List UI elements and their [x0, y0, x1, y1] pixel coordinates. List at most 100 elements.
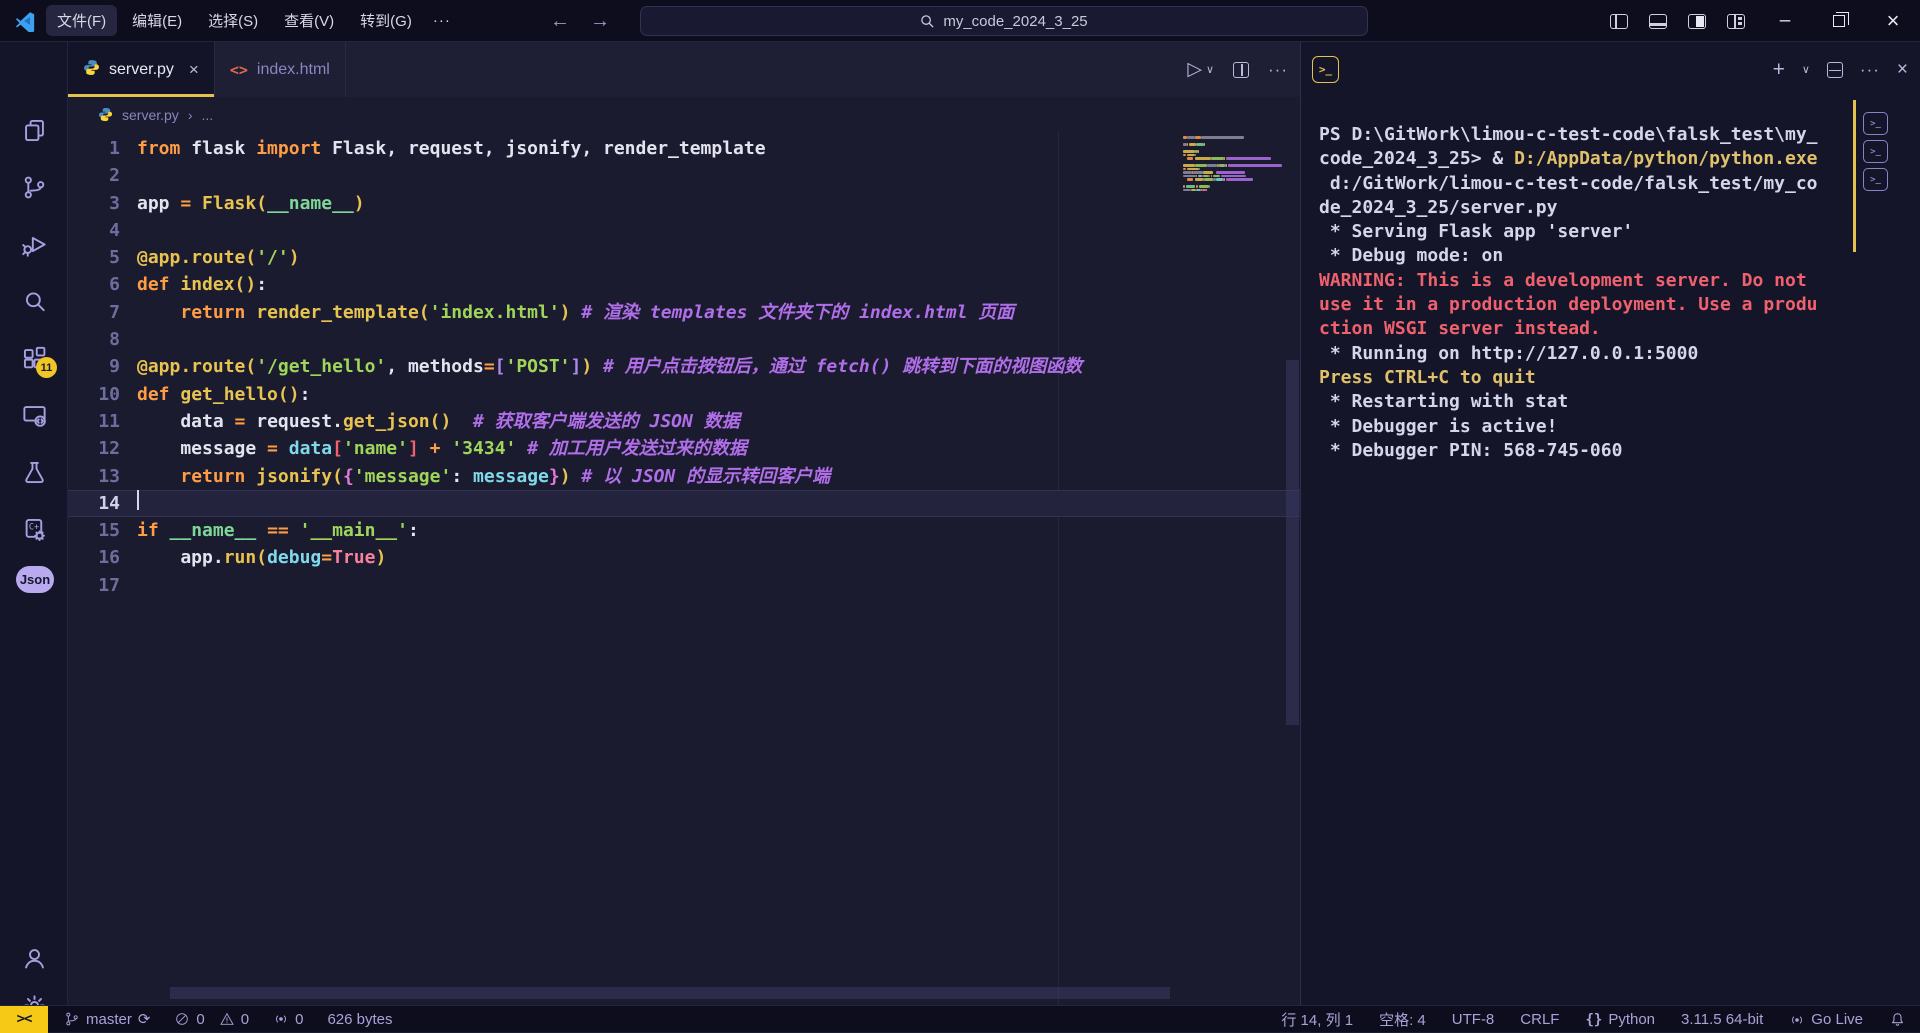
file-size-status[interactable]: 626 bytes [327, 1011, 392, 1028]
breadcrumb[interactable]: server.py › ... [68, 97, 1300, 132]
code-token: = [484, 353, 495, 380]
code-token: return [180, 299, 245, 326]
terminal-tabs-sash[interactable] [1853, 100, 1856, 252]
code-tools-icon: C+ [21, 516, 48, 543]
activity-item-run-debug[interactable] [21, 231, 48, 258]
code-token [451, 408, 473, 435]
terminal-list-item-icon[interactable]: >_ [1863, 112, 1888, 135]
terminal-line: * Restarting with stat [1319, 390, 1920, 414]
nav-forward-icon[interactable]: → [590, 10, 610, 33]
customize-layout-icon[interactable] [1727, 14, 1745, 29]
code-token: = [235, 408, 246, 435]
menu-item[interactable]: 编辑(E) [121, 5, 193, 36]
code-line[interactable]: 2 [68, 162, 1300, 189]
command-center-search[interactable]: my_code_2024_3_25 [640, 6, 1368, 36]
code-token: request. [245, 408, 343, 435]
nav-back-icon[interactable]: ← [550, 10, 570, 33]
code-token: [ [495, 353, 506, 380]
activity-item-remote-explorer[interactable] [21, 402, 48, 429]
terminal-tab-icon[interactable]: >_ [1312, 56, 1339, 83]
activity-item-testing[interactable] [21, 459, 48, 486]
minimap-line [1183, 164, 1287, 167]
menu-item[interactable]: 选择(S) [197, 5, 269, 36]
menu-item[interactable]: 文件(F) [46, 5, 117, 36]
menu-item[interactable]: 转到(G) [349, 5, 423, 36]
code-token: : [451, 463, 473, 490]
code-line[interactable]: 7 return render_template('index.html') #… [68, 299, 1300, 326]
tab-index-html[interactable]: <> index.html [215, 42, 346, 97]
code-line[interactable]: 13 return jsonify({'message': message}) … [68, 463, 1300, 490]
minimize-button[interactable]: – [1758, 0, 1812, 42]
menu-more-button[interactable]: ··· [423, 8, 461, 33]
status-encoding[interactable]: UTF-8 [1452, 1011, 1495, 1028]
terminal-list-item-icon[interactable]: >_ [1863, 168, 1888, 191]
activity-item-json[interactable]: Json [21, 566, 48, 593]
horizontal-scrollbar[interactable] [170, 987, 1170, 999]
code-token: run( [224, 544, 267, 571]
vertical-scrollbar[interactable] [1286, 360, 1299, 725]
terminal-output[interactable]: PS D:\GitWork\limou-c-test-code\falsk_te… [1301, 97, 1920, 463]
code-token: = [267, 435, 278, 462]
code-line[interactable]: 15if __name__ == '__main__': [68, 517, 1300, 544]
toggle-secondary-sidebar-icon[interactable] [1688, 14, 1706, 29]
line-number: 12 [68, 435, 120, 462]
code-line[interactable]: 8 [68, 326, 1300, 353]
code-line[interactable]: 14 [68, 490, 1300, 517]
code-line[interactable]: 3app = Flask(__name__) [68, 190, 1300, 217]
run-icon: ▷ [1187, 58, 1202, 81]
run-python-file-button[interactable]: ▷ ∨ [1187, 58, 1214, 81]
minimap[interactable] [1183, 136, 1287, 196]
activity-item-source-control[interactable] [21, 174, 48, 201]
code-token: app [137, 190, 180, 217]
close-panel-icon[interactable]: × [1897, 59, 1908, 81]
split-terminal-icon[interactable] [1827, 62, 1843, 78]
status-indentation[interactable]: 空格: 4 [1379, 1009, 1426, 1030]
ports-status[interactable]: 0 [273, 1011, 303, 1028]
new-terminal-button[interactable]: + [1773, 58, 1785, 82]
editor-more-actions-icon[interactable]: ··· [1268, 60, 1288, 80]
split-editor-icon[interactable] [1233, 62, 1249, 78]
status-language-mode[interactable]: {}Python [1585, 1011, 1655, 1028]
git-branch-status[interactable]: master ⟳ [64, 1010, 150, 1028]
status-cursor-position[interactable]: 行 14, 列 1 [1281, 1009, 1353, 1030]
tab-close-icon[interactable]: × [189, 60, 199, 80]
code-line[interactable]: 4 [68, 217, 1300, 244]
code-token [245, 463, 256, 490]
code-line[interactable]: 10def get_hello(): [68, 381, 1300, 408]
status-eol[interactable]: CRLF [1520, 1011, 1559, 1028]
remote-indicator[interactable]: >< [0, 1006, 48, 1033]
status-label: 3.11.5 64-bit [1681, 1011, 1763, 1028]
status-go-live[interactable]: Go Live [1789, 1011, 1863, 1028]
close-button[interactable]: × [1866, 0, 1920, 42]
activity-item-explorer[interactable] [21, 117, 48, 144]
code-line[interactable]: 9@app.route('/get_hello', methods=['POST… [68, 353, 1300, 380]
toggle-panel-icon[interactable] [1649, 14, 1667, 29]
menu-item[interactable]: 查看(V) [273, 5, 345, 36]
status-notifications[interactable] [1889, 1011, 1906, 1028]
code-line[interactable]: 16 app.run(debug=True) [68, 544, 1300, 571]
code-editor[interactable]: 1from flask import Flask, request, jsoni… [68, 132, 1300, 1005]
tab-server-py[interactable]: server.py × [68, 42, 215, 97]
code-line[interactable]: 5@app.route('/') [68, 244, 1300, 271]
code-line[interactable]: 6def index(): [68, 271, 1300, 298]
terminal-dropdown-icon[interactable]: ∨ [1802, 63, 1810, 76]
code-line[interactable]: 11 data = request.get_json() # 获取客户端发送的 … [68, 408, 1300, 435]
terminal-more-actions-icon[interactable]: ··· [1860, 60, 1880, 80]
restore-button[interactable] [1812, 0, 1866, 42]
code-line[interactable]: 17 [68, 572, 1300, 599]
code-line[interactable]: 1from flask import Flask, request, jsoni… [68, 135, 1300, 162]
toggle-sidebar-icon[interactable] [1610, 14, 1628, 29]
activity-item-code-tools[interactable]: C+ [21, 516, 48, 543]
problems-status[interactable]: 0 0 [174, 1011, 249, 1028]
activity-item-account[interactable] [21, 945, 48, 972]
status-python-version[interactable]: 3.11.5 64-bit [1681, 1011, 1763, 1028]
minimap-line [1183, 171, 1287, 174]
minimap-line [1183, 185, 1287, 188]
activity-item-extensions[interactable]: 11 [21, 345, 48, 372]
error-icon [174, 1011, 190, 1027]
terminal-line: use it in a production deployment. Use a… [1319, 293, 1920, 317]
activity-item-search[interactable] [21, 288, 48, 315]
terminal-list-item-icon[interactable]: >_ [1863, 140, 1888, 163]
code-line[interactable]: 12 message = data['name'] + '3434' # 加工用… [68, 435, 1300, 462]
code-token [159, 517, 170, 544]
